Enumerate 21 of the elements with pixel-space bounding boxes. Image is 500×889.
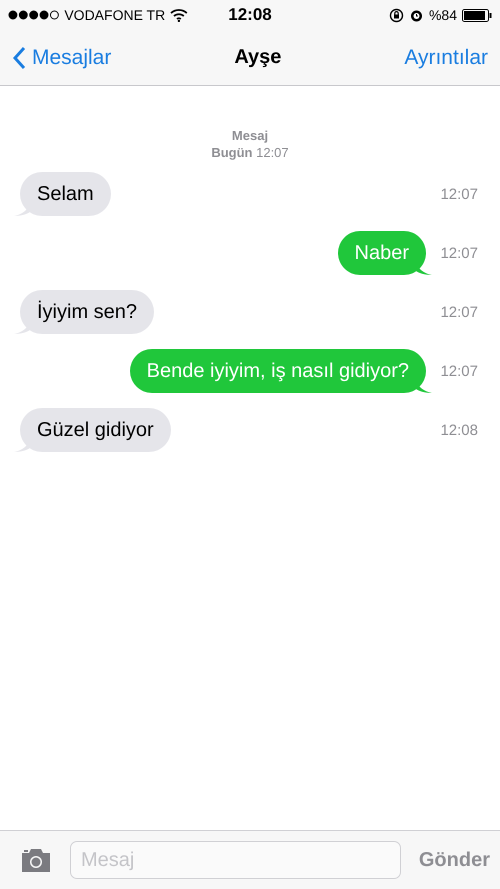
details-button[interactable]: Ayrıntılar	[404, 46, 488, 70]
service-label: Mesaj	[232, 128, 268, 143]
message-time: 12:07	[439, 244, 478, 262]
contact-name: Ayşe	[234, 46, 282, 69]
message-time: 12:07	[439, 362, 478, 380]
carrier-name: VODAFONE TR	[64, 7, 166, 23]
battery-icon	[462, 8, 492, 22]
wifi-icon	[170, 8, 188, 22]
chevron-icon	[12, 46, 26, 70]
battery-percent: %84	[428, 7, 457, 23]
send-button[interactable]: Gönder	[418, 848, 490, 872]
rotation-lock-icon	[388, 8, 404, 22]
camera-icon[interactable]	[20, 848, 52, 872]
alarm-icon	[408, 8, 424, 22]
message-time: 12:08	[439, 422, 478, 438]
thread-timestamp: Bugün 12:07	[211, 145, 289, 160]
message-time: 12:07	[439, 186, 478, 202]
back-button[interactable]: Mesajlar	[12, 46, 112, 70]
message-time: 12:07	[439, 304, 478, 320]
clock: 12:08	[228, 5, 272, 25]
signal-icon	[8, 10, 60, 20]
